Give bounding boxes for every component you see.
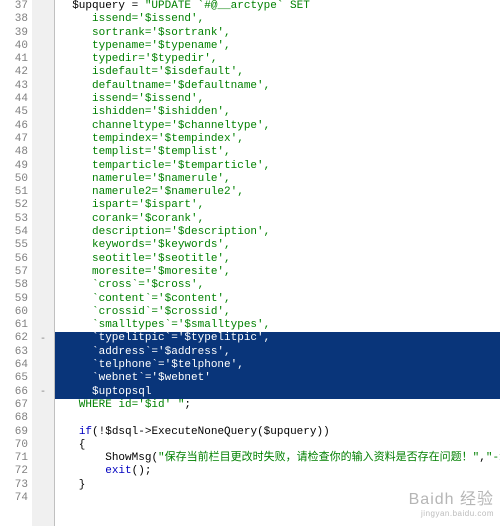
code-line[interactable]: ispart='$ispart', <box>55 199 500 212</box>
code-line[interactable]: typename='$typename', <box>55 40 500 53</box>
code-line[interactable]: `telphone`='$telphone', <box>55 359 500 372</box>
code-line[interactable]: sortrank='$sortrank', <box>55 27 500 40</box>
line-number: 48 <box>0 146 28 159</box>
line-number: 50 <box>0 173 28 186</box>
line-number: 43 <box>0 80 28 93</box>
line-number: 58 <box>0 279 28 292</box>
line-number: 64 <box>0 359 28 372</box>
code-line[interactable]: seotitle='$seotitle', <box>55 253 500 266</box>
code-editor[interactable]: 3738394041424344454647484950515253545556… <box>0 0 500 526</box>
line-number: 44 <box>0 93 28 106</box>
code-line[interactable]: temparticle='$temparticle', <box>55 160 500 173</box>
line-number: 38 <box>0 13 28 26</box>
code-line[interactable]: if(!$dsql->ExecuteNoneQuery($upquery)) <box>55 426 500 439</box>
code-line[interactable]: issend='$issend', <box>55 93 500 106</box>
code-line[interactable]: keywords='$keywords', <box>55 239 500 252</box>
line-number: 56 <box>0 253 28 266</box>
line-number: 71 <box>0 452 28 465</box>
line-number: 70 <box>0 439 28 452</box>
line-number: 68 <box>0 412 28 425</box>
line-number: 60 <box>0 306 28 319</box>
line-number: 47 <box>0 133 28 146</box>
line-number: 55 <box>0 239 28 252</box>
line-number: 73 <box>0 479 28 492</box>
line-number: 42 <box>0 66 28 79</box>
code-line[interactable]: ishidden='$ishidden', <box>55 106 500 119</box>
code-line[interactable]: isdefault='$isdefault', <box>55 66 500 79</box>
line-number: 52 <box>0 199 28 212</box>
code-line[interactable]: `content`='$content', <box>55 293 500 306</box>
fold-mark[interactable]: - <box>36 386 50 399</box>
line-number: 46 <box>0 120 28 133</box>
code-line[interactable]: WHERE id='$id' "; <box>55 399 500 412</box>
line-number: 72 <box>0 465 28 478</box>
line-number: 67 <box>0 399 28 412</box>
code-line[interactable]: `crossid`='$crossid', <box>55 306 500 319</box>
line-number: 59 <box>0 293 28 306</box>
code-line[interactable]: corank='$corank', <box>55 213 500 226</box>
fold-margin: -- <box>32 0 55 526</box>
line-number: 49 <box>0 160 28 173</box>
line-number: 65 <box>0 372 28 385</box>
line-number: 57 <box>0 266 28 279</box>
code-area[interactable]: $upquery = "UPDATE `#@__arctype` SET iss… <box>55 0 500 526</box>
code-line[interactable]: templist='$templist', <box>55 146 500 159</box>
line-number: 62 <box>0 332 28 345</box>
code-line[interactable]: namerule2='$namerule2', <box>55 186 500 199</box>
code-line[interactable]: `smalltypes`='$smalltypes', <box>55 319 500 332</box>
code-line[interactable]: exit(); <box>55 465 500 478</box>
code-line[interactable]: { <box>55 439 500 452</box>
code-line[interactable]: ShowMsg("保存当前栏目更改时失败，请检查你的输入资料是否存在问题！","… <box>55 452 500 465</box>
line-number: 54 <box>0 226 28 239</box>
line-number: 69 <box>0 426 28 439</box>
line-number: 66 <box>0 386 28 399</box>
code-line[interactable]: description='$description', <box>55 226 500 239</box>
code-line[interactable]: namerule='$namerule', <box>55 173 500 186</box>
fold-mark[interactable]: - <box>36 333 50 346</box>
code-line[interactable]: channeltype='$channeltype', <box>55 120 500 133</box>
code-line[interactable]: `typelitpic`='$typelitpic', <box>55 332 500 345</box>
line-number: 61 <box>0 319 28 332</box>
code-line[interactable]: issend='$issend', <box>55 13 500 26</box>
line-number: 63 <box>0 346 28 359</box>
code-line[interactable] <box>55 412 500 425</box>
code-line[interactable]: `webnet`='$webnet' <box>55 372 500 385</box>
line-number: 74 <box>0 492 28 505</box>
line-number-gutter: 3738394041424344454647484950515253545556… <box>0 0 32 526</box>
code-line[interactable]: $uptopsql <box>55 386 500 399</box>
line-number: 41 <box>0 53 28 66</box>
code-line[interactable]: } <box>55 479 500 492</box>
code-line[interactable]: `address`='$address', <box>55 346 500 359</box>
code-line[interactable]: `cross`='$cross', <box>55 279 500 292</box>
code-line[interactable] <box>55 492 500 505</box>
code-line[interactable]: moresite='$moresite', <box>55 266 500 279</box>
line-number: 40 <box>0 40 28 53</box>
line-number: 45 <box>0 106 28 119</box>
code-line[interactable]: tempindex='$tempindex', <box>55 133 500 146</box>
line-number: 37 <box>0 0 28 13</box>
code-line[interactable]: $upquery = "UPDATE `#@__arctype` SET <box>55 0 500 13</box>
code-line[interactable]: typedir='$typedir', <box>55 53 500 66</box>
line-number: 39 <box>0 27 28 40</box>
line-number: 51 <box>0 186 28 199</box>
line-number: 53 <box>0 213 28 226</box>
code-line[interactable]: defaultname='$defaultname', <box>55 80 500 93</box>
